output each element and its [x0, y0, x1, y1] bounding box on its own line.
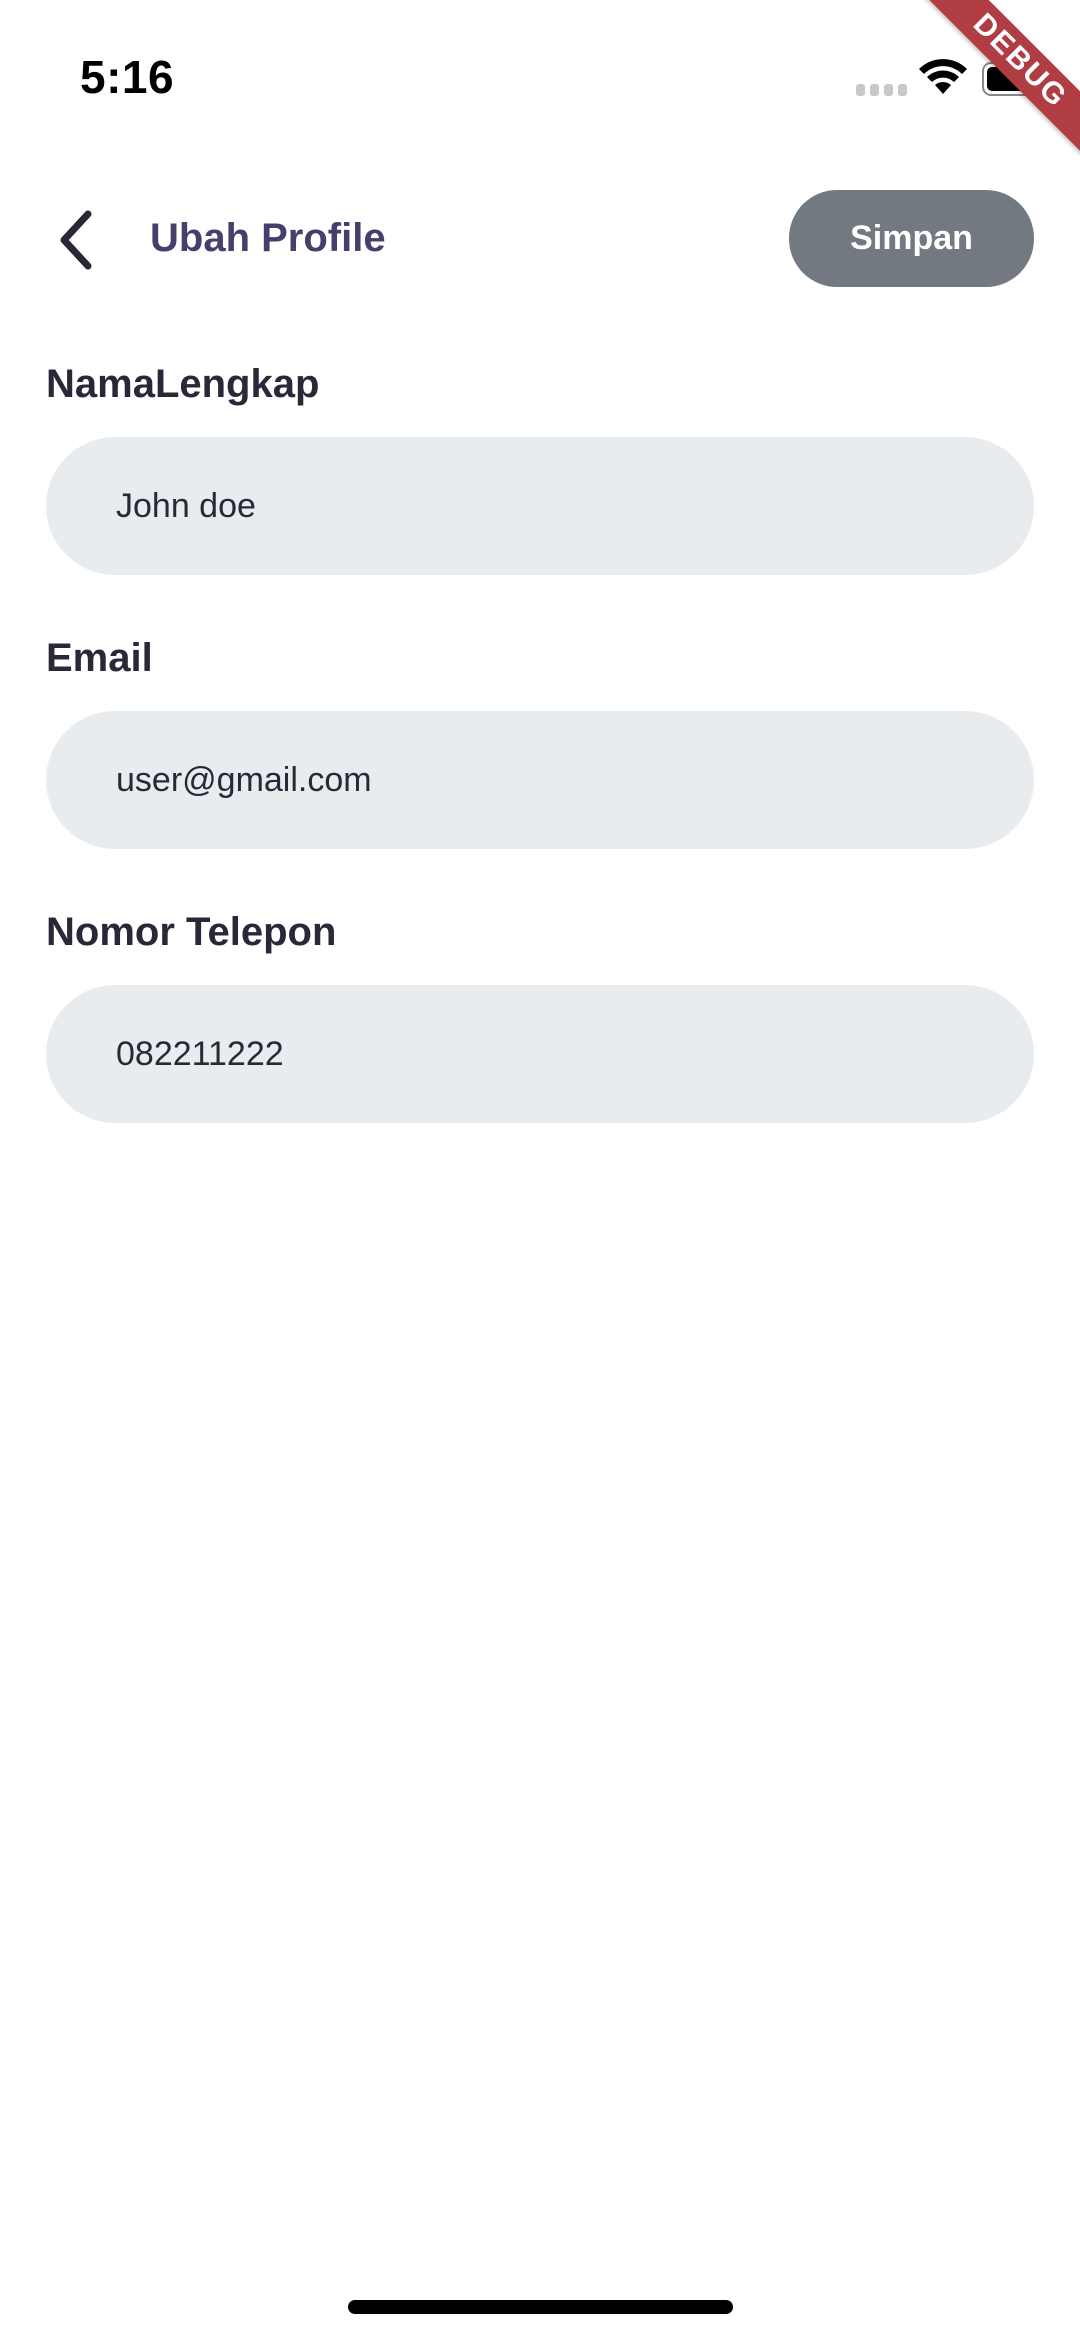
save-button[interactable]: Simpan — [789, 190, 1034, 287]
battery-icon — [982, 62, 1050, 96]
signal-icon — [856, 84, 907, 96]
email-input[interactable] — [116, 711, 996, 849]
phone-field[interactable] — [46, 985, 1034, 1123]
email-field[interactable] — [46, 711, 1034, 849]
home-indicator — [348, 2300, 733, 2314]
chevron-left-icon — [60, 210, 92, 270]
full-name-field[interactable] — [46, 437, 1034, 575]
email-label: Email — [46, 636, 153, 680]
phone-label: Nomor Telepon — [46, 910, 337, 954]
status-time: 5:16 — [80, 51, 175, 103]
page-title: Ubah Profile — [150, 216, 386, 260]
status-bar: 5:16 — [0, 0, 1080, 150]
back-button[interactable] — [48, 200, 112, 280]
edit-profile-screen: 5:16 DEBUG Ubah Profile Simpan NamaLengk… — [0, 0, 1080, 2340]
phone-input[interactable] — [116, 985, 996, 1123]
wifi-icon — [919, 59, 967, 94]
full-name-label: NamaLengkap — [46, 362, 320, 406]
full-name-input[interactable] — [116, 437, 996, 575]
